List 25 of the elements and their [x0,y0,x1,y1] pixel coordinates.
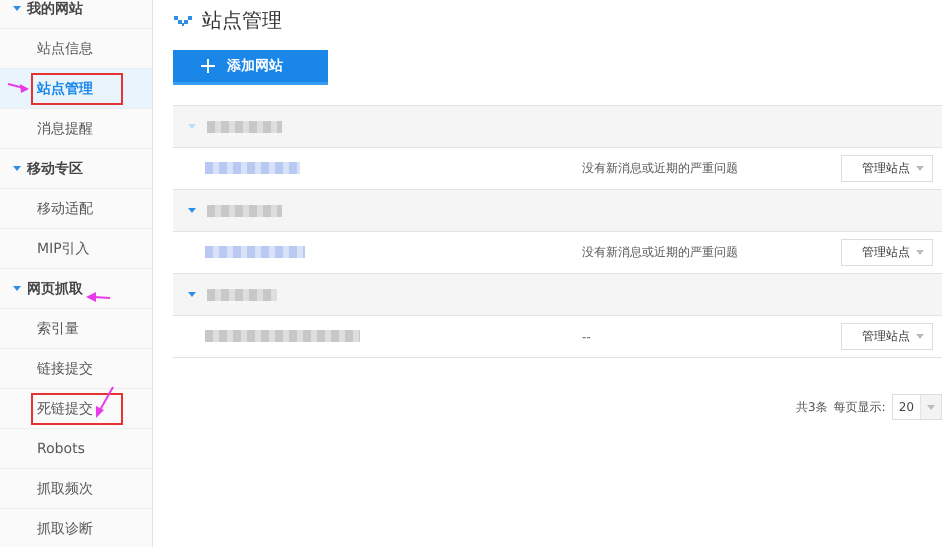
per-page-label: 每页显示: [834,398,886,416]
annotation-arrow [8,83,29,93]
caret-icon[interactable] [188,292,196,297]
manage-site-dropdown[interactable]: 管理站点 [841,239,933,266]
per-page-select[interactable]: 20 [892,394,942,420]
sidebar-item[interactable]: 死链提交 [31,392,123,424]
total-count: 共3条 [796,398,828,416]
site-status: -- [582,330,592,344]
annotation-arrow [96,386,114,418]
caret-icon[interactable] [13,166,21,171]
caret-icon[interactable] [13,286,21,291]
caret-icon[interactable] [13,6,21,11]
manage-site-dropdown[interactable]: 管理站点 [841,155,933,182]
add-site-button[interactable]: 添加网站 [173,50,328,85]
blurred-text [207,288,277,300]
manage-site-dropdown[interactable]: 管理站点 [841,323,933,350]
plus-icon [201,59,215,73]
site-status: 没有新消息或近期的严重问题 [582,244,739,261]
check-icon [173,14,193,26]
site-status: 没有新消息或近期的严重问题 [582,160,739,177]
annotation-arrow [86,292,110,302]
sidebar-group[interactable]: 网页抓取 [27,280,83,298]
sidebar-group[interactable]: 移动专区 [27,160,83,178]
caret-icon[interactable] [188,208,196,213]
page-title: 站点管理 [202,6,282,34]
